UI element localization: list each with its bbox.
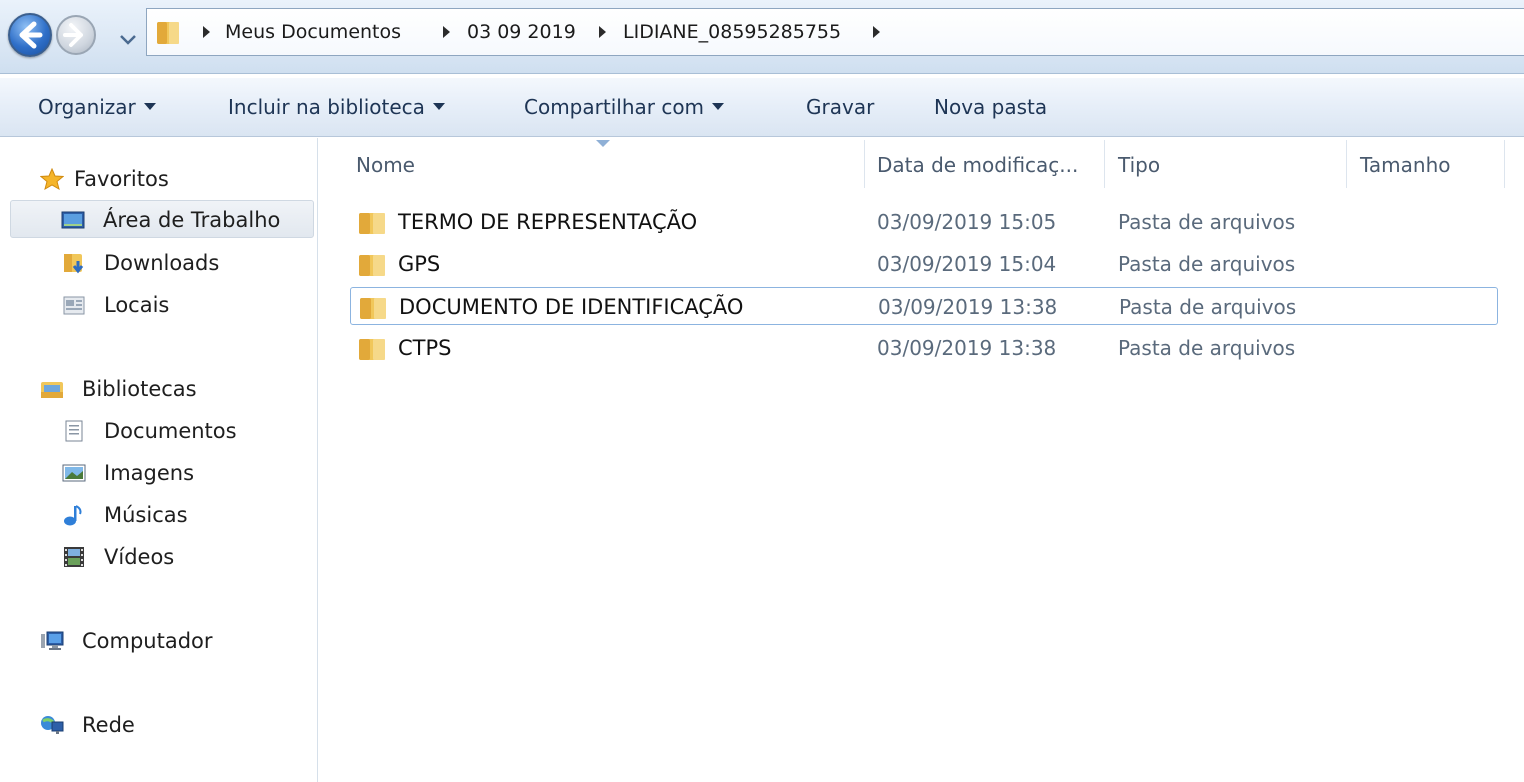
nav-libraries[interactable]: Bibliotecas xyxy=(40,370,300,408)
breadcrumb-separator-icon[interactable] xyxy=(443,26,450,38)
navigation-pane: Favoritos Área de Trabalho Downloads Loc… xyxy=(0,138,318,782)
file-date: 03/09/2019 13:38 xyxy=(878,295,1058,319)
nav-computer-label: Computador xyxy=(82,629,213,653)
share-with-button[interactable]: Compartilhar com xyxy=(524,93,725,121)
nav-pictures-label: Imagens xyxy=(104,461,195,485)
burn-button[interactable]: Gravar xyxy=(806,93,874,121)
file-row-focused[interactable]: DOCUMENTO DE IDENTIFICAÇÃO 03/09/2019 13… xyxy=(350,287,1498,325)
recent-places-icon xyxy=(63,296,85,315)
column-header-type-label: Tipo xyxy=(1118,153,1161,177)
nav-pictures[interactable]: Imagens xyxy=(62,454,302,492)
folder-icon xyxy=(359,339,385,360)
file-name: CTPS xyxy=(398,336,452,360)
column-header-size-label: Tamanho xyxy=(1360,153,1451,177)
nav-favorites-label: Favoritos xyxy=(74,167,169,191)
column-header-name-label: Nome xyxy=(356,153,415,177)
nav-computer[interactable]: Computador xyxy=(40,622,300,660)
dropdown-caret-icon xyxy=(432,103,445,110)
nav-downloads[interactable]: Downloads xyxy=(62,244,302,282)
column-header-date-label: Data de modificaç... xyxy=(877,153,1079,177)
file-type: Pasta de arquivos xyxy=(1118,336,1296,360)
desktop-icon xyxy=(61,211,85,229)
downloads-folder-icon xyxy=(64,254,84,274)
chevron-down-icon xyxy=(120,35,136,45)
new-folder-label: Nova pasta xyxy=(934,95,1048,119)
breadcrumb-separator-icon[interactable] xyxy=(873,26,880,38)
nav-network-label: Rede xyxy=(82,713,135,737)
file-row[interactable]: CTPS 03/09/2019 13:38 Pasta de arquivos xyxy=(350,329,1498,367)
nav-videos-label: Vídeos xyxy=(104,545,175,569)
nav-documents[interactable]: Documentos xyxy=(62,412,302,450)
video-film-icon xyxy=(64,547,84,567)
music-note-icon xyxy=(64,505,82,526)
file-row[interactable]: TERMO DE REPRESENTAÇÃO 03/09/2019 15:05 … xyxy=(350,203,1498,241)
new-folder-button[interactable]: Nova pasta xyxy=(934,93,1047,121)
nav-network[interactable]: Rede xyxy=(40,706,300,744)
command-bar: Organizar Incluir na biblioteca Comparti… xyxy=(0,77,1524,137)
file-type: Pasta de arquivos xyxy=(1118,210,1296,234)
file-type: Pasta de arquivos xyxy=(1119,295,1297,319)
nav-desktop[interactable]: Área de Trabalho xyxy=(10,200,314,238)
column-divider[interactable] xyxy=(1346,140,1347,188)
file-date: 03/09/2019 13:38 xyxy=(877,336,1057,360)
column-header-type[interactable]: Tipo xyxy=(1118,142,1338,188)
nav-music[interactable]: Músicas xyxy=(62,496,302,534)
file-name: GPS xyxy=(398,252,441,276)
picture-icon xyxy=(62,464,86,482)
folder-icon xyxy=(359,213,385,234)
dropdown-caret-icon xyxy=(712,103,725,110)
share-with-label: Compartilhar com xyxy=(524,95,705,119)
address-bar-strip: Meus Documentos 03 09 2019 LIDIANE_08595… xyxy=(0,0,1524,74)
file-name: TERMO DE REPRESENTAÇÃO xyxy=(398,210,698,234)
column-header-size[interactable]: Tamanho xyxy=(1360,142,1500,188)
nav-recent-places-label: Locais xyxy=(104,293,170,317)
document-icon xyxy=(65,420,83,442)
libraries-icon xyxy=(41,382,63,398)
nav-documents-label: Documentos xyxy=(104,419,237,443)
column-divider[interactable] xyxy=(1104,140,1105,188)
breadcrumb-separator-icon[interactable] xyxy=(203,26,210,38)
nav-music-label: Músicas xyxy=(104,503,188,527)
column-header-name[interactable]: Nome xyxy=(356,142,856,188)
star-icon xyxy=(40,168,64,190)
folder-icon xyxy=(359,255,385,276)
column-divider[interactable] xyxy=(1504,140,1505,188)
back-button[interactable] xyxy=(8,13,52,57)
file-type: Pasta de arquivos xyxy=(1118,252,1296,276)
file-date: 03/09/2019 15:05 xyxy=(877,210,1057,234)
forward-button[interactable] xyxy=(56,15,96,55)
network-icon xyxy=(41,716,64,734)
burn-label: Gravar xyxy=(806,95,875,119)
breadcrumb-meus-documentos[interactable]: Meus Documentos xyxy=(225,19,401,45)
file-date: 03/09/2019 15:04 xyxy=(877,252,1057,276)
dropdown-caret-icon xyxy=(143,103,156,110)
back-arrow-icon xyxy=(19,21,43,49)
nav-downloads-label: Downloads xyxy=(104,251,220,275)
address-box[interactable]: Meus Documentos 03 09 2019 LIDIANE_08595… xyxy=(146,8,1524,56)
breadcrumb-current-folder[interactable]: LIDIANE_08595285755 xyxy=(623,19,841,45)
folder-icon xyxy=(360,298,386,319)
folder-icon xyxy=(157,22,179,44)
organize-label: Organizar xyxy=(38,95,136,119)
include-library-label: Incluir na biblioteca xyxy=(228,95,425,119)
nav-desktop-label: Área de Trabalho xyxy=(103,208,281,232)
recent-pages-dropdown[interactable] xyxy=(118,28,138,45)
column-header-date[interactable]: Data de modificaç... xyxy=(877,142,1099,188)
nav-libraries-label: Bibliotecas xyxy=(82,377,197,401)
nav-recent-places[interactable]: Locais xyxy=(62,286,302,324)
column-divider[interactable] xyxy=(864,140,865,188)
include-library-button[interactable]: Incluir na biblioteca xyxy=(228,93,445,121)
breadcrumb-date-folder[interactable]: 03 09 2019 xyxy=(467,19,576,45)
file-row[interactable]: GPS 03/09/2019 15:04 Pasta de arquivos xyxy=(350,245,1498,283)
computer-icon xyxy=(41,631,64,650)
nav-favorites[interactable]: Favoritos xyxy=(40,160,300,198)
breadcrumb-separator-icon[interactable] xyxy=(599,26,606,38)
file-name: DOCUMENTO DE IDENTIFICAÇÃO xyxy=(399,295,744,319)
organize-button[interactable]: Organizar xyxy=(38,93,156,121)
forward-arrow-icon xyxy=(63,23,83,47)
nav-videos[interactable]: Vídeos xyxy=(62,538,302,576)
